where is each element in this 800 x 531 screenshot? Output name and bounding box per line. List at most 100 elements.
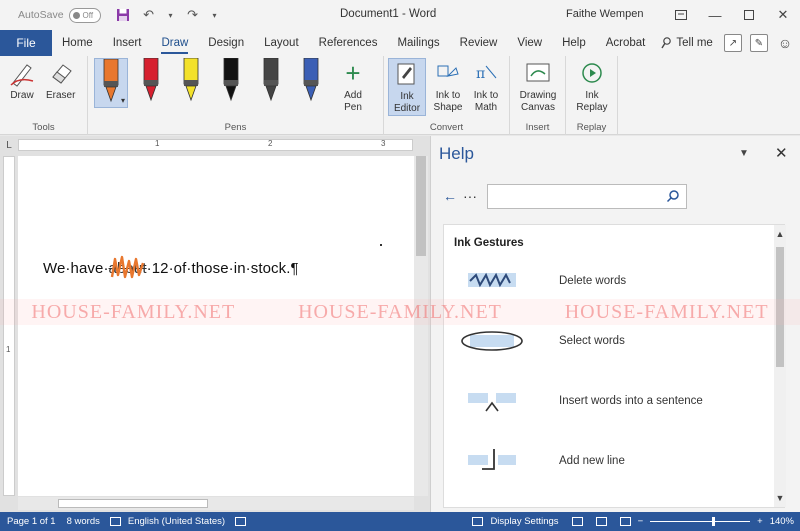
share-icon[interactable]: ↗ (724, 34, 742, 52)
pane-options-icon[interactable]: ▼ (739, 148, 749, 159)
more-options-icon[interactable]: ··· (463, 188, 477, 204)
document-horizontal-scrollbar[interactable] (18, 497, 414, 510)
pen-dropdown-icon[interactable]: ▾ (121, 96, 125, 105)
autosave-toggle[interactable]: Off (68, 7, 101, 23)
vertical-ruler[interactable]: 1 (3, 156, 15, 496)
pen-1[interactable]: ▾ (94, 58, 128, 108)
tools-group-label: Tools (32, 122, 55, 133)
tab-view[interactable]: View (507, 30, 552, 56)
document-text[interactable]: We·have·about·12·of·those·in·stock.¶ (43, 260, 299, 277)
pen-5[interactable] (254, 58, 288, 108)
ink-replay-button[interactable]: Ink Replay (574, 58, 610, 114)
accessibility-icon[interactable] (235, 517, 247, 526)
ribbon-display-options-icon[interactable] (664, 0, 698, 30)
gesture-label: Insert words into a sentence (559, 395, 703, 407)
ruler-mark: 1 (155, 139, 160, 148)
scroll-down-icon[interactable]: ▼ (774, 493, 786, 503)
undo-dropdown-icon[interactable]: ▾ (167, 7, 175, 23)
minimize-icon[interactable]: — (698, 0, 732, 30)
horizontal-ruler[interactable]: 1 2 3 (18, 139, 413, 151)
gesture-add-new-line[interactable]: Add new line (444, 445, 774, 485)
ruler-mark: 3 (381, 139, 386, 148)
ink-to-math-button[interactable]: π Ink to Math (468, 58, 504, 114)
back-arrow-icon[interactable]: ← (443, 188, 457, 204)
drawing-canvas-button[interactable]: Drawing Canvas (516, 58, 560, 114)
tab-mailings[interactable]: Mailings (387, 30, 449, 56)
zoom-level[interactable]: 140% (770, 516, 794, 527)
close-icon[interactable]: ✕ (766, 0, 800, 30)
add-pen-button[interactable]: + Add Pen (338, 58, 368, 114)
undo-icon[interactable]: ↶ (141, 7, 157, 23)
zoom-out-icon[interactable]: − (638, 516, 644, 527)
smiley-feedback-icon[interactable]: ☺ (776, 34, 794, 52)
language-status[interactable]: English (United States) (128, 516, 225, 527)
help-scrollbar[interactable]: ▲ ▼ (774, 225, 786, 507)
autosave-control[interactable]: AutoSave Off (18, 7, 101, 23)
page-count[interactable]: Page 1 of 1 (7, 516, 56, 527)
eraser-button[interactable]: Eraser (46, 58, 75, 102)
tab-references[interactable]: References (309, 30, 388, 56)
scroll-up-icon[interactable]: ▲ (774, 229, 786, 239)
insert-gesture-icon (468, 393, 516, 412)
pen-2[interactable] (134, 58, 168, 108)
scroll-thumb[interactable] (58, 499, 208, 508)
gesture-insert-words[interactable]: Insert words into a sentence (444, 385, 774, 425)
print-layout-icon[interactable] (595, 517, 607, 526)
tab-draw[interactable]: Draw (151, 30, 198, 56)
pen-icon (103, 59, 119, 103)
comments-icon[interactable]: ✎ (750, 34, 768, 52)
ink-scribble-mark (110, 255, 145, 279)
pen-3[interactable] (174, 58, 208, 108)
tab-design[interactable]: Design (198, 30, 254, 56)
scroll-thumb[interactable] (416, 156, 426, 256)
search-icon[interactable] (666, 189, 680, 203)
tab-review[interactable]: Review (450, 30, 508, 56)
tab-right-actions: ↗ ✎ ☺ (724, 34, 794, 52)
drawing-canvas-label: Drawing Canvas (519, 90, 557, 113)
gesture-delete-words[interactable]: Delete words (444, 265, 774, 305)
customize-qat-icon[interactable]: ▾ (211, 7, 219, 23)
pen-icon (303, 58, 319, 102)
gesture-select-words[interactable]: Select words (444, 325, 774, 365)
tab-insert[interactable]: Insert (103, 30, 152, 56)
autosave-state: Off (82, 10, 94, 20)
quick-access-toolbar: ↶ ▾ ↷ ▾ (115, 7, 219, 23)
pen-4[interactable] (214, 58, 248, 108)
document-page[interactable]: We·have·about·12·of·those·in·stock.¶ (18, 156, 414, 496)
zoom-slider[interactable] (650, 517, 751, 526)
pen-6[interactable] (294, 58, 328, 108)
help-search-input[interactable] (487, 184, 687, 209)
zoom-slider-knob[interactable] (712, 517, 716, 526)
gesture-label: Select words (559, 335, 625, 347)
display-settings[interactable]: Display Settings (490, 516, 558, 527)
ink-to-shape-button[interactable]: Ink to Shape (430, 58, 466, 114)
tab-help[interactable]: Help (552, 30, 596, 56)
proofing-icon[interactable] (109, 517, 121, 526)
word-count[interactable]: 8 words (67, 516, 100, 527)
document-vertical-scrollbar[interactable] (414, 156, 428, 496)
tab-acrobat[interactable]: Acrobat (596, 30, 656, 56)
tab-home[interactable]: Home (52, 30, 103, 56)
user-name[interactable]: Faithe Wempen (566, 8, 643, 20)
zoom-in-icon[interactable]: + (757, 516, 763, 527)
scroll-thumb[interactable] (776, 247, 784, 367)
tab-selector[interactable]: L (0, 136, 18, 154)
ink-editor-button[interactable]: Ink Editor (388, 58, 426, 116)
maximize-icon[interactable] (732, 0, 766, 30)
ink-to-math-label: Ink to Math (473, 90, 499, 113)
eraser-label: Eraser (46, 90, 76, 101)
replay-group-label: Replay (576, 122, 607, 133)
draw-button[interactable]: Draw (8, 58, 36, 102)
tab-file[interactable]: File (0, 30, 52, 56)
display-settings-icon[interactable] (472, 517, 484, 526)
new-line-gesture-icon (468, 449, 516, 470)
redo-icon[interactable]: ↷ (185, 7, 201, 23)
section-heading: Ink Gestures (454, 237, 524, 249)
read-mode-icon[interactable] (571, 517, 583, 526)
tell-me-search[interactable]: Tell me (661, 37, 713, 49)
close-pane-icon[interactable]: ✕ (775, 144, 788, 162)
help-title: Help (439, 144, 474, 163)
tab-layout[interactable]: Layout (254, 30, 309, 56)
web-layout-icon[interactable] (619, 517, 631, 526)
save-icon[interactable] (115, 7, 131, 23)
